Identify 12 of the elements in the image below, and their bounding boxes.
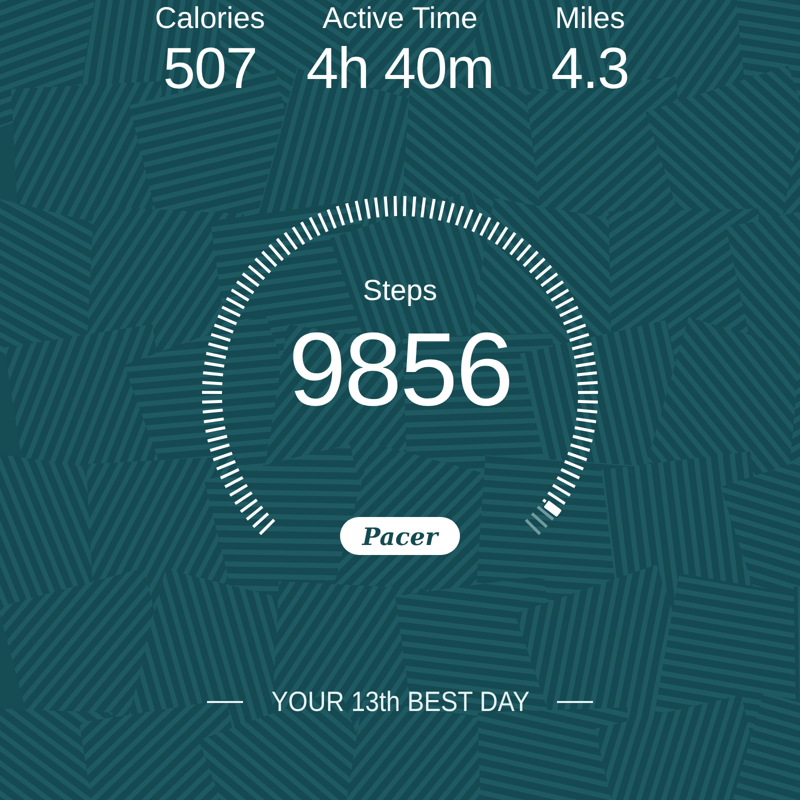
best-day-text: YOUR 13th BEST DAY <box>270 686 530 718</box>
brand-logo-button[interactable]: Pacer <box>340 517 460 555</box>
stat-value: 4h 40m <box>306 36 494 102</box>
steps-label: Steps <box>362 274 438 308</box>
gauge-handle <box>542 498 564 519</box>
stat-value: 507 <box>163 36 257 102</box>
stat-label: Miles <box>554 2 625 36</box>
steps-count: 9856 <box>288 314 512 426</box>
gauge-empty-ticks <box>524 506 554 536</box>
stat-label: Active Time <box>322 2 478 36</box>
stat-value: 4.3 <box>551 36 629 102</box>
stat-label: Calories <box>154 2 266 36</box>
